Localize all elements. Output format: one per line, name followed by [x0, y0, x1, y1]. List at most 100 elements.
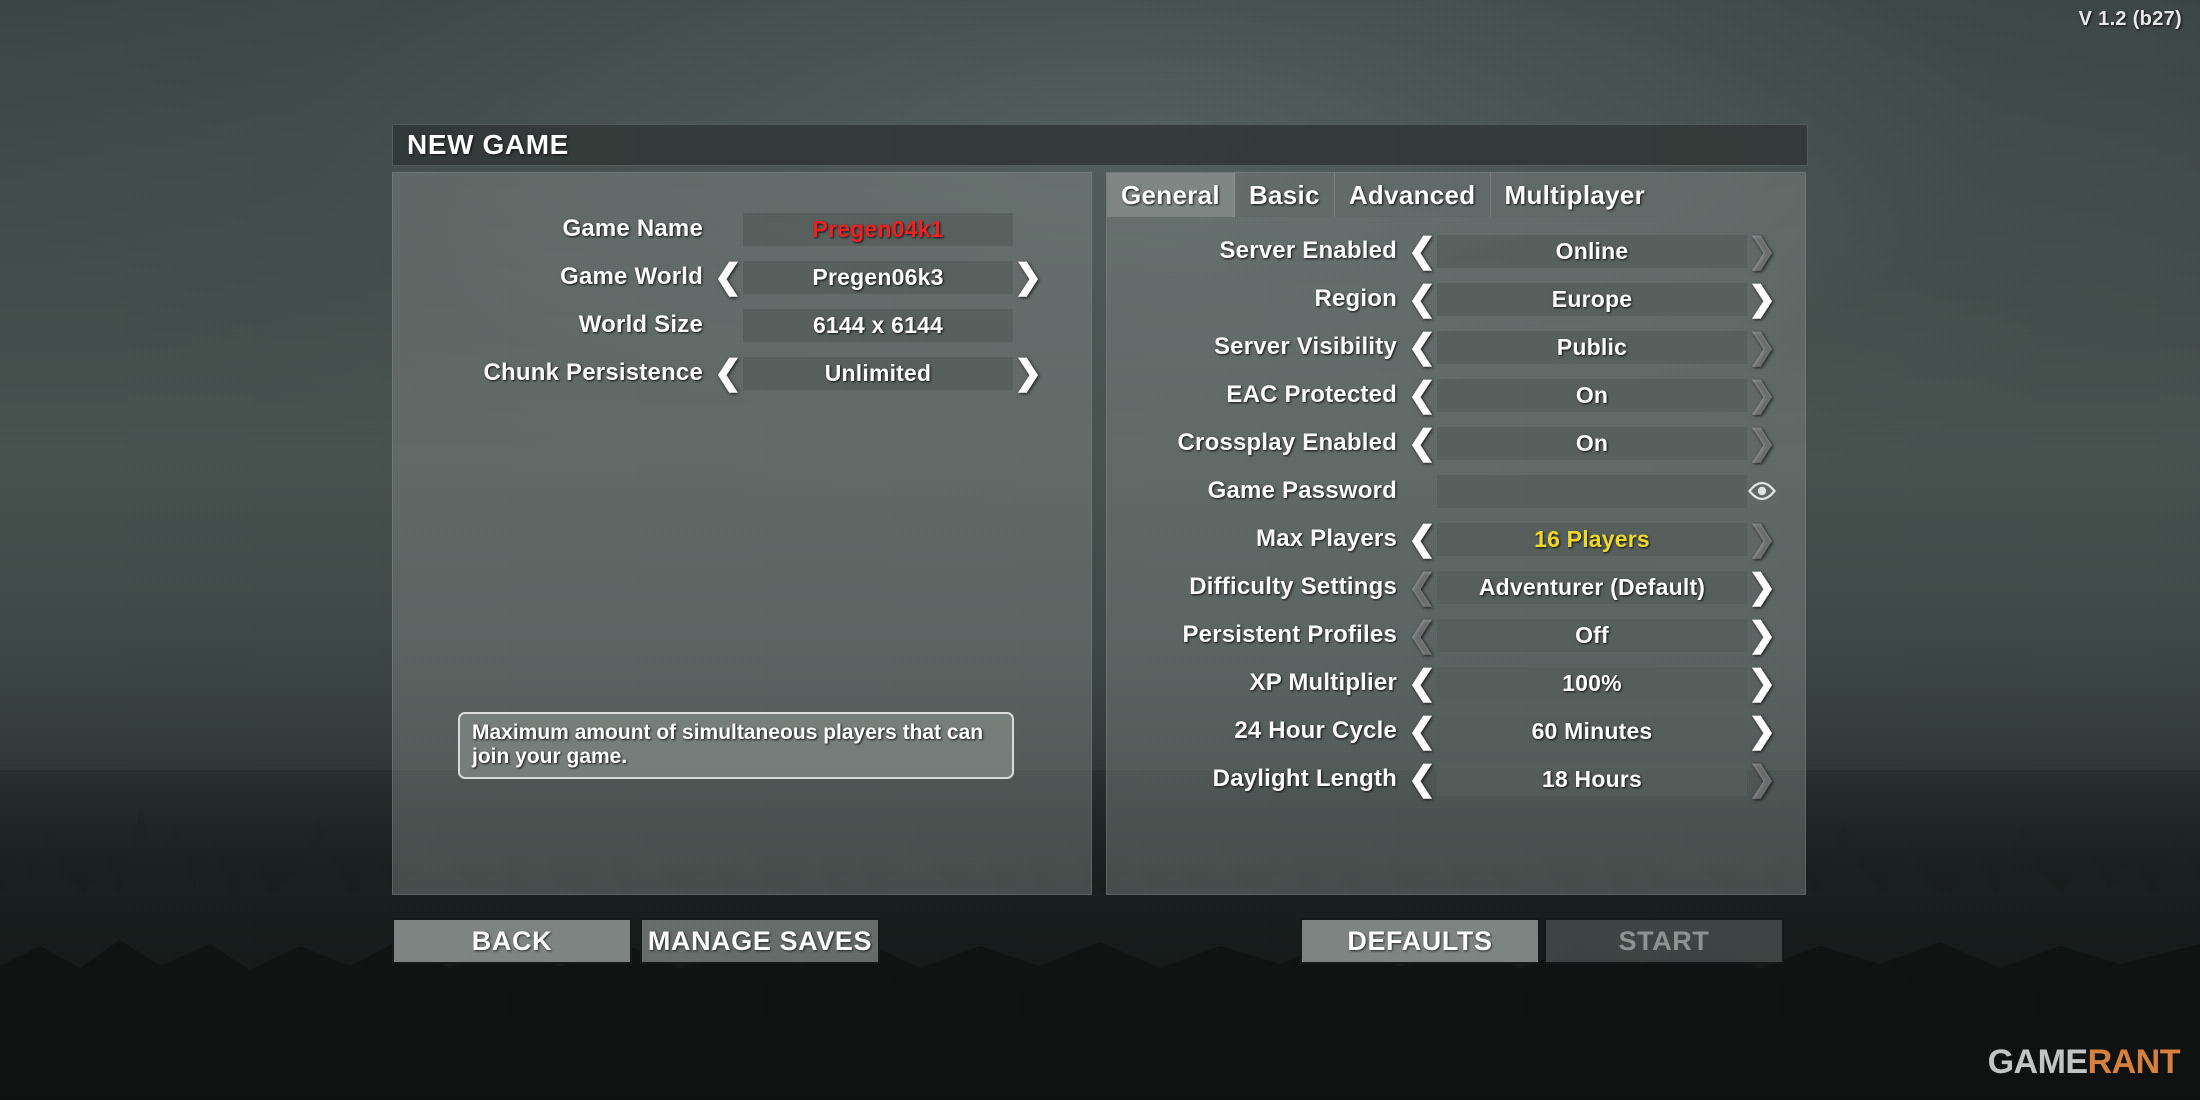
manage-saves-button-label: MANAGE SAVES [647, 925, 873, 956]
server-enabled-increment-arrow-icon[interactable]: ❯ [1747, 234, 1777, 268]
setting-row-daylight-length: Daylight Length ❮ 18 Hours ❯ [1107, 755, 1805, 803]
world-size-value[interactable]: 6144 x 6144 [743, 308, 1013, 342]
daylight-length-label: Daylight Length [1212, 765, 1397, 792]
setting-row-game-password: Game Password❮ [1107, 467, 1805, 515]
24-hour-cycle-value[interactable]: 60 Minutes [1437, 714, 1747, 748]
24-hour-cycle-decrement-arrow-icon[interactable]: ❮ [1407, 714, 1437, 748]
persistent-profiles-value[interactable]: Off [1437, 618, 1747, 652]
region-decrement-arrow-icon[interactable]: ❮ [1407, 282, 1437, 316]
crossplay-enabled-value[interactable]: On [1437, 426, 1747, 460]
setting-row-crossplay-enabled: Crossplay Enabled ❮ On ❯ [1107, 419, 1805, 467]
defaults-button[interactable]: DEFAULTS [1300, 918, 1540, 964]
dialog-body: Game Name❮Pregen04k1❯Game World❮Pregen06… [392, 172, 1808, 895]
max-players-label: Max Players [1256, 525, 1397, 552]
crossplay-enabled-label: Crossplay Enabled [1177, 429, 1397, 456]
dialog-titlebar: NEW GAME [392, 124, 1808, 166]
persistent-profiles-increment-arrow-icon[interactable]: ❯ [1747, 618, 1777, 652]
difficulty-settings-label: Difficulty Settings [1189, 573, 1397, 600]
setting-row-max-players: Max Players ❮ 16 Players ❯ [1107, 515, 1805, 563]
tab-multiplayer[interactable]: Multiplayer [1490, 173, 1660, 217]
max-players-decrement-arrow-icon[interactable]: ❮ [1407, 522, 1437, 556]
chunk-persistence-value[interactable]: Unlimited [743, 356, 1013, 390]
new-game-dialog: NEW GAME Game Name❮Pregen04k1❯Game World… [392, 124, 1808, 895]
daylight-length-decrement-arrow-icon[interactable]: ❮ [1407, 762, 1437, 796]
back-button[interactable]: BACK [392, 918, 632, 964]
crossplay-enabled-decrement-arrow-icon[interactable]: ❮ [1407, 426, 1437, 460]
general-settings-rows: Server Enabled ❮ Online ❯ Region ❮ Europe ❯ Serv… [1107, 217, 1805, 803]
server-enabled-label: Server Enabled [1219, 237, 1397, 264]
setting-row-game-world: Game World ❮ Pregen06k3 ❯ [393, 253, 1091, 301]
world-size-label: World Size [578, 311, 703, 338]
crossplay-enabled-increment-arrow-icon[interactable]: ❯ [1747, 426, 1777, 460]
xp-multiplier-increment-arrow-icon[interactable]: ❯ [1747, 666, 1777, 700]
region-value[interactable]: Europe [1437, 282, 1747, 316]
tab-basic-label: Basic [1248, 179, 1320, 210]
difficulty-settings-value[interactable]: Adventurer (Default) [1437, 570, 1747, 604]
setting-row-persistent-profiles: Persistent Profiles ❮ Off ❯ [1107, 611, 1805, 659]
back-button-label: BACK [471, 925, 553, 956]
tab-advanced-label: Advanced [1348, 179, 1476, 210]
setting-row-difficulty-settings: Difficulty Settings ❮ Adventurer (Default)… [1107, 563, 1805, 611]
tab-general-label: General [1121, 179, 1220, 210]
region-increment-arrow-icon[interactable]: ❯ [1747, 282, 1777, 316]
tab-multiplayer-label: Multiplayer [1504, 179, 1646, 210]
page-title: NEW GAME [407, 129, 569, 160]
setting-row-xp-multiplier: XP Multiplier ❮ 100% ❯ [1107, 659, 1805, 707]
region-label: Region [1314, 285, 1397, 312]
tooltip: Maximum amount of simultaneous players t… [458, 712, 1014, 780]
max-players-value[interactable]: 16 Players [1437, 522, 1747, 556]
persistent-profiles-decrement-arrow-icon[interactable]: ❮ [1407, 618, 1437, 652]
world-settings-panel: Game Name❮Pregen04k1❯Game World❮Pregen06… [392, 172, 1092, 895]
eac-protected-increment-arrow-icon[interactable]: ❯ [1747, 378, 1777, 412]
game-world-value[interactable]: Pregen06k3 [743, 260, 1013, 294]
world-settings-rows: Game Name❮Pregen04k1❯Game World❮Pregen06… [393, 173, 1091, 397]
game-options-panel: General Basic Advanced Multiplayer Server E… [1106, 172, 1806, 895]
watermark-rant: RANT [2087, 1043, 2181, 1081]
daylight-length-increment-arrow-icon[interactable]: ❯ [1747, 762, 1777, 796]
daylight-length-value[interactable]: 18 Hours [1437, 762, 1747, 796]
gamerant-watermark: GAMERANT [1987, 1043, 2181, 1082]
watermark-game: GAME [1987, 1043, 2089, 1081]
server-visibility-decrement-arrow-icon[interactable]: ❮ [1407, 330, 1437, 364]
game-menu-screen: V 1.2 (b27) NEW GAME Game Name❮Pregen04k… [0, 0, 2200, 1100]
chunk-persistence-decrement-arrow-icon[interactable]: ❮ [713, 356, 743, 390]
manage-saves-button[interactable]: MANAGE SAVES [640, 918, 880, 964]
start-button-label: START [1618, 925, 1710, 956]
max-players-increment-arrow-icon[interactable]: ❯ [1747, 522, 1777, 556]
server-enabled-decrement-arrow-icon[interactable]: ❮ [1407, 234, 1437, 268]
server-visibility-label: Server Visibility [1213, 333, 1397, 360]
setting-row-24-hour-cycle: 24 Hour Cycle ❮ 60 Minutes ❯ [1107, 707, 1805, 755]
eac-protected-label: EAC Protected [1226, 381, 1397, 408]
server-visibility-value[interactable]: Public [1437, 330, 1747, 364]
game-password-value[interactable] [1437, 474, 1747, 508]
tab-basic[interactable]: Basic [1234, 173, 1335, 217]
difficulty-settings-decrement-arrow-icon[interactable]: ❮ [1407, 570, 1437, 604]
eac-protected-value[interactable]: On [1437, 378, 1747, 412]
setting-row-region: Region ❮ Europe ❯ [1107, 275, 1805, 323]
chunk-persistence-label: Chunk Persistence [483, 359, 703, 386]
xp-multiplier-value[interactable]: 100% [1437, 666, 1747, 700]
server-enabled-value[interactable]: Online [1437, 234, 1747, 268]
tab-advanced[interactable]: Advanced [1334, 173, 1491, 217]
setting-row-chunk-persistence: Chunk Persistence ❮ Unlimited ❯ [393, 349, 1091, 397]
xp-multiplier-decrement-arrow-icon[interactable]: ❮ [1407, 666, 1437, 700]
difficulty-settings-increment-arrow-icon[interactable]: ❯ [1747, 570, 1777, 604]
24-hour-cycle-label: 24 Hour Cycle [1234, 717, 1397, 744]
24-hour-cycle-increment-arrow-icon[interactable]: ❯ [1747, 714, 1777, 748]
eac-protected-decrement-arrow-icon[interactable]: ❮ [1407, 378, 1437, 412]
game-password-label: Game Password [1207, 477, 1397, 504]
start-button[interactable]: START [1544, 918, 1784, 964]
server-visibility-increment-arrow-icon[interactable]: ❯ [1747, 330, 1777, 364]
tab-general[interactable]: General [1107, 173, 1235, 217]
dialog-footer: BACK MANAGE SAVES DEFAULTS START [392, 918, 1808, 966]
game-world-increment-arrow-icon[interactable]: ❯ [1013, 260, 1043, 294]
chunk-persistence-increment-arrow-icon[interactable]: ❯ [1013, 356, 1043, 390]
persistent-profiles-label: Persistent Profiles [1182, 621, 1397, 648]
version-label: V 1.2 (b27) [2078, 8, 2182, 30]
tooltip-text: Maximum amount of simultaneous players t… [472, 721, 984, 768]
game-name-value[interactable]: Pregen04k1 [743, 212, 1013, 246]
options-tabbar: General Basic Advanced Multiplayer [1107, 173, 1805, 217]
setting-row-game-name: Game Name❮Pregen04k1❯ [393, 205, 1091, 253]
password-reveal-icon[interactable] [1747, 481, 1777, 501]
game-world-decrement-arrow-icon[interactable]: ❮ [713, 260, 743, 294]
